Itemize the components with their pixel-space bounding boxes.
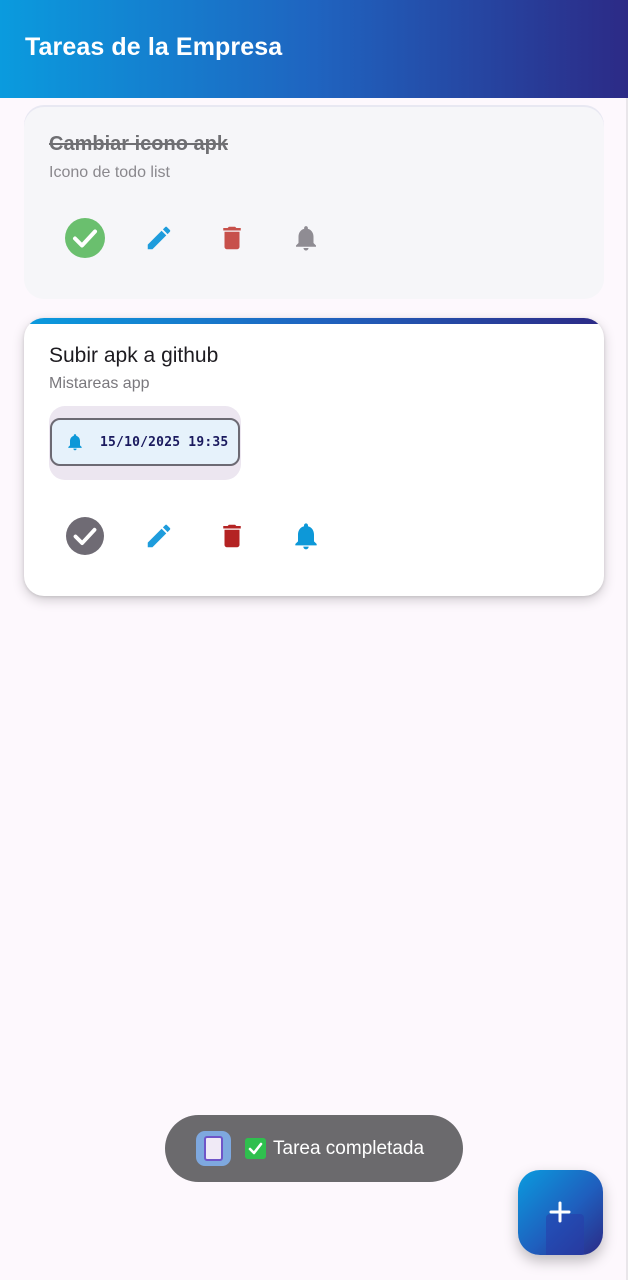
edit-task-button[interactable] <box>137 514 181 558</box>
reminder-chip[interactable]: 15/10/2025 19:35 <box>50 418 240 466</box>
app-bar: Tareas de la Empresa <box>0 0 628 98</box>
task-title: Cambiar icono apk <box>49 133 228 155</box>
toast-message: Tarea completada <box>273 1138 425 1159</box>
task-description: Mistareas app <box>49 375 150 392</box>
pencil-icon <box>147 524 171 548</box>
delete-task-button[interactable] <box>210 514 254 558</box>
add-task-button[interactable] <box>518 1170 603 1255</box>
app-icon <box>196 1131 231 1166</box>
reminder-button[interactable] <box>284 216 328 260</box>
plus-icon <box>549 1201 571 1223</box>
check-circle-icon <box>65 218 105 258</box>
task-title: Subir apk a github <box>49 344 219 367</box>
reminder-datetime: 15/10/2025 19:35 <box>100 435 229 450</box>
delete-task-button[interactable] <box>210 216 254 260</box>
task-description: Icono de todo list <box>49 164 170 181</box>
trash-icon <box>223 524 241 548</box>
app-title: Tareas de la Empresa <box>25 33 283 61</box>
edit-task-button[interactable] <box>137 216 181 260</box>
reminder-button[interactable] <box>284 514 328 558</box>
complete-toggle-button[interactable] <box>63 216 107 260</box>
card-accent-bar <box>24 318 604 324</box>
task-actions <box>24 216 604 260</box>
bell-icon <box>68 434 82 451</box>
bell-icon <box>295 523 317 550</box>
toast-notification: Tarea completada <box>165 1115 463 1182</box>
task-card-pending[interactable]: Subir apk a github Mistareas app 15/10/2… <box>24 318 604 596</box>
check-circle-icon <box>66 517 104 555</box>
bell-icon <box>296 226 316 251</box>
task-card-completed[interactable]: Cambiar icono apk Icono de todo list <box>24 107 604 299</box>
complete-toggle-button[interactable] <box>63 514 107 558</box>
pencil-icon <box>147 226 171 250</box>
task-actions <box>24 514 604 558</box>
checkmark-icon <box>245 1138 266 1159</box>
reminder-chip-container: 15/10/2025 19:35 <box>49 406 241 480</box>
trash-icon <box>223 226 241 250</box>
